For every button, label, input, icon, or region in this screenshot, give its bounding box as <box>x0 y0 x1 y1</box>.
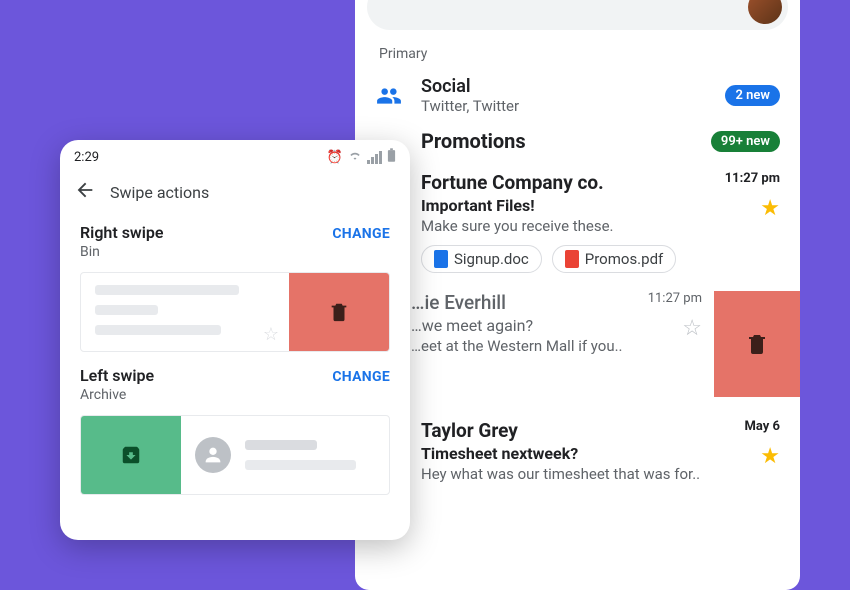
star-icon[interactable]: ★ <box>760 196 780 221</box>
battery-icon <box>387 148 396 167</box>
email-time: May 6 <box>702 419 780 434</box>
email-preview: …eet at the Western Mall if you.. <box>411 337 624 355</box>
swipe-settings-screen: 2:29 ⏰ Swipe actions Right swipe Bin CHA… <box>60 140 410 540</box>
wifi-icon <box>348 149 362 167</box>
left-swipe-action: Archive <box>80 387 154 403</box>
account-avatar[interactable] <box>748 0 782 24</box>
star-outline-icon: ☆ <box>263 324 279 345</box>
category-social[interactable]: Social Twitter, Twitter 2 new <box>375 76 780 115</box>
promotions-title: Promotions <box>421 129 526 153</box>
status-bar: 2:29 ⏰ <box>60 140 410 175</box>
left-swipe-preview <box>80 415 390 495</box>
alarm-icon: ⏰ <box>327 150 343 165</box>
attachment-chip[interactable]: Promos.pdf <box>552 245 676 273</box>
primary-tab-label[interactable]: Primary <box>379 46 780 62</box>
star-icon[interactable]: ★ <box>760 444 780 469</box>
avatar-placeholder-icon <box>195 437 231 473</box>
app-bar: Swipe actions <box>60 175 410 223</box>
email-sender: Taylor Grey <box>421 419 702 442</box>
screen-title: Swipe actions <box>110 183 209 202</box>
search-bar[interactable] <box>367 0 788 30</box>
delete-action-preview <box>289 273 389 351</box>
clock: 2:29 <box>74 150 99 165</box>
email-row[interactable]: Taylor Grey Timesheet nextweek? Hey what… <box>421 419 780 483</box>
left-swipe-title: Left swipe <box>80 366 154 385</box>
arrow-back-icon <box>74 179 96 201</box>
category-promotions[interactable]: Promotions 99+ new <box>421 129 780 153</box>
star-outline-icon[interactable]: ☆ <box>682 316 702 341</box>
promotions-badge: 99+ new <box>711 131 780 152</box>
right-swipe-action: Bin <box>80 244 164 260</box>
archive-icon <box>120 444 142 466</box>
right-swipe-title: Right swipe <box>80 223 164 242</box>
archive-action-preview <box>81 416 181 494</box>
attachment-name: Signup.doc <box>454 250 529 268</box>
email-preview: Make sure you receive these. <box>421 217 702 235</box>
swipe-delete-action[interactable] <box>714 291 800 397</box>
people-icon <box>375 83 403 109</box>
social-badge: 2 new <box>725 85 780 106</box>
right-swipe-change-button[interactable]: CHANGE <box>332 226 390 242</box>
email-time: 11:27 pm <box>624 291 702 306</box>
social-title: Social <box>421 76 707 97</box>
attachment-name: Promos.pdf <box>585 250 663 268</box>
trash-icon <box>328 301 350 323</box>
social-subtitle: Twitter, Twitter <box>421 97 707 115</box>
email-row-swiped[interactable]: …ie Everhill …we meet again? …eet at the… <box>355 291 800 401</box>
file-icon <box>434 250 448 268</box>
right-swipe-section: Right swipe Bin CHANGE ☆ <box>60 223 410 366</box>
email-sender: …ie Everhill <box>411 291 624 314</box>
email-subject: Important Files! <box>421 196 702 215</box>
signal-icon <box>367 151 382 164</box>
left-swipe-section: Left swipe Archive CHANGE <box>60 366 410 509</box>
left-swipe-change-button[interactable]: CHANGE <box>332 369 390 385</box>
attachment-chip[interactable]: Signup.doc <box>421 245 542 273</box>
email-time: 11:27 pm <box>702 171 780 186</box>
right-swipe-preview: ☆ <box>80 272 390 352</box>
email-preview: Hey what was our timesheet that was for.… <box>421 465 702 483</box>
email-subject: Timesheet nextweek? <box>421 444 702 463</box>
email-subject: …we meet again? <box>411 316 624 335</box>
trash-icon <box>745 332 769 356</box>
inbox-screen: Primary Social Twitter, Twitter 2 new Pr… <box>355 0 800 590</box>
email-sender: Fortune Company co. <box>421 171 702 194</box>
file-icon <box>565 250 579 268</box>
back-button[interactable] <box>74 179 96 205</box>
email-row[interactable]: Fortune Company co. Important Files! Mak… <box>421 171 780 273</box>
